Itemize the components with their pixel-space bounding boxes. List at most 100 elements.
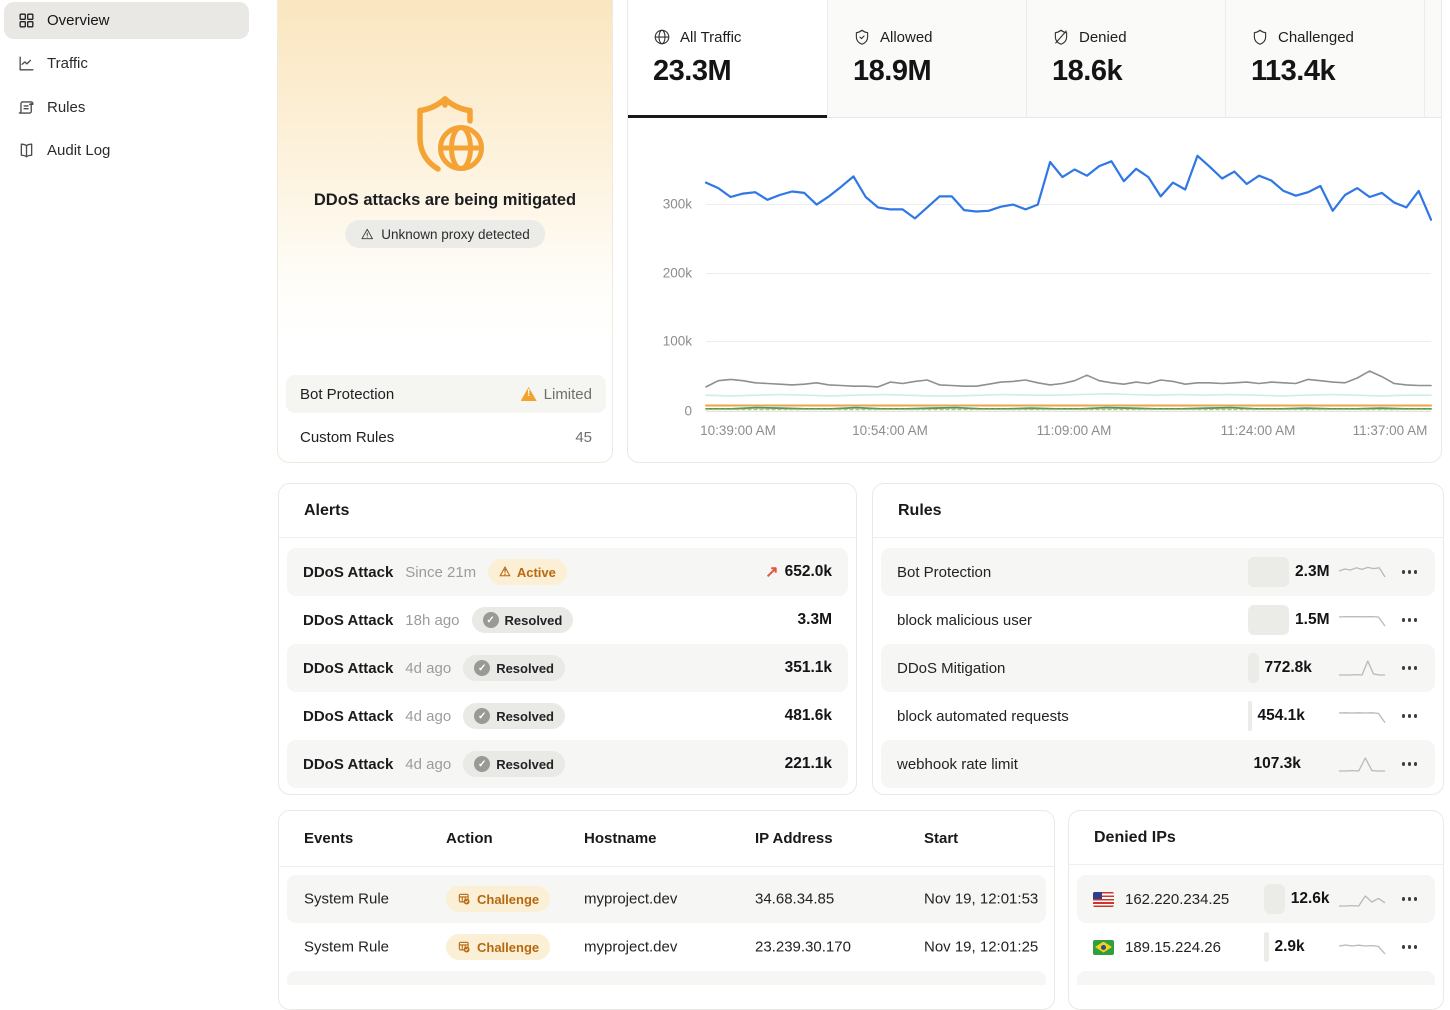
row-menu-button[interactable] <box>1400 758 1420 770</box>
row-menu-button[interactable] <box>1400 710 1420 722</box>
alert-name: DDoS Attack <box>303 612 393 629</box>
denied-ips-title: Denied IPs <box>1069 811 1443 865</box>
column-header-action: Action <box>446 830 493 847</box>
sidebar: Overview Traffic Rules Audit Log <box>0 0 264 975</box>
alert-value: 652.0k <box>785 563 832 581</box>
row-menu-button[interactable] <box>1400 662 1420 674</box>
warning-triangle-icon <box>360 227 374 241</box>
rule-value: 454.1k <box>1258 707 1305 725</box>
x-tick-3: 11:09:00 AM <box>1037 423 1112 438</box>
trend-up-arrow-icon: ↗ <box>765 562 778 582</box>
rule-name: block automated requests <box>897 708 1069 725</box>
check-circle-icon: ✓ <box>474 660 490 676</box>
column-header-start: Start <box>924 830 958 847</box>
row-menu-button[interactable] <box>1400 614 1420 626</box>
denied-ip-row[interactable]: 189.15.224.26 2.9k <box>1077 923 1435 971</box>
sidebar-item-audit-log[interactable]: Audit Log <box>4 132 249 169</box>
alert-time: 18h ago <box>405 612 459 629</box>
globe-icon <box>653 28 671 46</box>
proxy-warning-badge[interactable]: Unknown proxy detected <box>345 220 545 248</box>
rule-value: 1.5M <box>1295 611 1329 629</box>
rule-row[interactable]: webhook rate limit 107.3k <box>881 740 1435 788</box>
tab-allowed[interactable]: Allowed 18.9M <box>827 0 1026 118</box>
bot-protection-row[interactable]: Bot Protection Limited <box>286 375 606 413</box>
denied-ip-count: 2.9k <box>1275 938 1305 956</box>
event-row[interactable]: System Rule Challenge myproject.dev 23.2… <box>287 923 1046 971</box>
sidebar-item-traffic[interactable]: Traffic <box>4 45 249 82</box>
tab-all-traffic[interactable]: All Traffic 23.3M <box>628 0 827 118</box>
rule-row[interactable]: block automated requests 454.1k <box>881 692 1435 740</box>
event-ip: 23.239.30.170 <box>755 939 851 956</box>
sidebar-item-label: Traffic <box>47 55 88 72</box>
custom-rules-row[interactable]: Custom Rules 45 <box>286 418 606 456</box>
sidebar-item-overview[interactable]: Overview <box>4 2 249 39</box>
magnitude-bar <box>1248 605 1290 635</box>
ip-sparkline <box>1338 887 1386 911</box>
rule-row[interactable]: block malicious user 1.5M <box>881 596 1435 644</box>
tab-value: 18.9M <box>853 55 1026 88</box>
rule-name: DDoS Mitigation <box>897 660 1005 677</box>
rule-name: webhook rate limit <box>897 756 1018 773</box>
status-badge-resolved: ✓ Resolved <box>463 751 565 777</box>
alert-time: 4d ago <box>405 660 451 677</box>
y-tick-300k: 300k <box>636 197 692 212</box>
magnitude-bar <box>1248 653 1259 683</box>
grid-icon <box>17 11 36 30</box>
check-circle-icon: ✓ <box>474 756 490 772</box>
row-menu-button[interactable] <box>1400 893 1420 905</box>
sidebar-item-rules[interactable]: Rules <box>4 89 249 126</box>
status-badge-resolved: ✓ Resolved <box>463 703 565 729</box>
denied-ip-row[interactable]: 162.220.234.25 12.6k <box>1077 875 1435 923</box>
alert-name: DDoS Attack <box>303 708 393 725</box>
x-tick-1: 10:39:00 AM <box>700 423 776 438</box>
rule-sparkline <box>1338 752 1386 776</box>
alert-row[interactable]: DDoS Attack 4d ago ✓ Resolved 221.1k <box>287 740 848 788</box>
event-hostname: myproject.dev <box>584 939 677 956</box>
alert-row[interactable]: DDoS Attack 4d ago ✓ Resolved 351.1k <box>287 644 848 692</box>
column-header-events: Events <box>304 830 353 847</box>
status-badge-active: ⚠ Active <box>488 559 567 585</box>
custom-rules-value: 45 <box>575 429 592 446</box>
shield-slash-icon <box>1052 28 1070 46</box>
y-tick-200k: 200k <box>636 266 692 281</box>
event-ip: 34.68.34.85 <box>755 891 834 908</box>
rule-row[interactable]: Bot Protection 2.3M <box>881 548 1435 596</box>
magnitude-bar <box>1264 884 1285 914</box>
rule-value: 2.3M <box>1295 563 1329 581</box>
rules-panel: Rules Bot Protection 2.3M block maliciou… <box>872 483 1444 795</box>
event-name: System Rule <box>304 891 389 908</box>
tab-label: Challenged <box>1278 29 1354 46</box>
denied-ip-address: 162.220.234.25 <box>1125 891 1229 908</box>
event-row[interactable]: System Rule Challenge myproject.dev 34.6… <box>287 875 1046 923</box>
bot-protection-label: Bot Protection <box>300 386 394 403</box>
traffic-overview-card: All Traffic 23.3M Allowed 18.9M Denied <box>627 0 1442 463</box>
denied-ip-count: 12.6k <box>1291 890 1330 908</box>
ip-sparkline <box>1338 935 1386 959</box>
alert-time: 4d ago <box>405 756 451 773</box>
event-start: Nov 19, 12:01:53 <box>924 891 1038 908</box>
alert-row[interactable]: DDoS Attack Since 21m ⚠ Active ↗ 652.0k <box>287 548 848 596</box>
tab-value: 23.3M <box>653 55 827 88</box>
y-tick-100k: 100k <box>636 334 692 349</box>
row-menu-button[interactable] <box>1400 941 1420 953</box>
rules-title: Rules <box>873 484 1443 538</box>
rule-row[interactable]: DDoS Mitigation 772.8k <box>881 644 1435 692</box>
tab-challenged[interactable]: Challenged 113.4k <box>1225 0 1424 118</box>
alert-value: 221.1k <box>785 755 832 773</box>
column-header-hostname: Hostname <box>584 830 657 847</box>
custom-rules-label: Custom Rules <box>300 429 394 446</box>
status-badge-resolved: ✓ Resolved <box>472 607 574 633</box>
tab-denied[interactable]: Denied 18.6k <box>1026 0 1225 118</box>
alert-row[interactable]: DDoS Attack 18h ago ✓ Resolved 3.3M <box>287 596 848 644</box>
rule-name: block malicious user <box>897 612 1032 629</box>
alert-name: DDoS Attack <box>303 756 393 773</box>
row-menu-button[interactable] <box>1400 566 1420 578</box>
alert-name: DDoS Attack <box>303 564 393 581</box>
alert-row[interactable]: DDoS Attack 4d ago ✓ Resolved 481.6k <box>287 692 848 740</box>
challenge-badge: Challenge <box>446 886 550 912</box>
shield-check-icon <box>853 28 871 46</box>
alerts-panel: Alerts DDoS Attack Since 21m ⚠ Active ↗ … <box>278 483 857 795</box>
challenge-badge: Challenge <box>446 934 550 960</box>
alerts-title: Alerts <box>279 484 856 538</box>
shield-globe-icon <box>395 91 495 185</box>
